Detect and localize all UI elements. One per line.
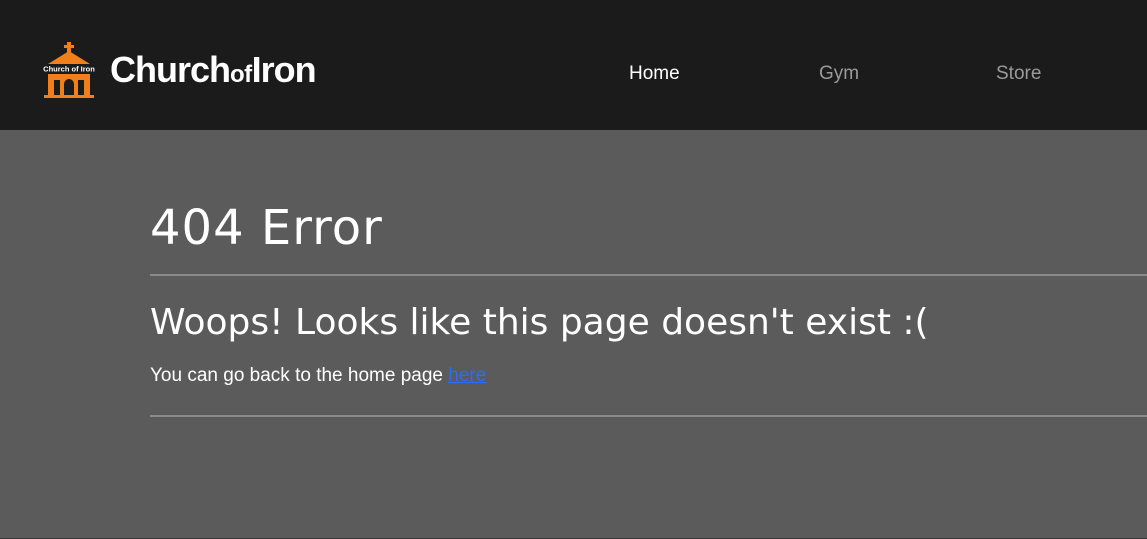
error-subtitle: Woops! Looks like this page doesn't exis… — [150, 302, 929, 343]
brand-name: ChurchofIron — [110, 49, 317, 90]
navbar: Church of Iron ChurchofIron Home Gym Sto… — [0, 0, 1147, 130]
home-here-link[interactable]: here — [448, 365, 486, 386]
divider-bottom — [150, 415, 1147, 417]
nav-gym-link[interactable]: Gym — [819, 63, 859, 85]
brand-name-part1: Church — [110, 49, 231, 90]
nav-store-link[interactable]: Store — [996, 63, 1041, 85]
back-home-label: You can go back to the home page — [150, 365, 449, 386]
back-home-text: You can go back to the home page here — [150, 364, 486, 388]
brand-name-part3: Iron — [251, 49, 317, 90]
church-logo-icon: Church of Iron — [38, 42, 100, 98]
divider-top — [150, 274, 1147, 276]
nav-home-link[interactable]: Home — [629, 63, 680, 85]
brand-link[interactable]: Church of Iron ChurchofIron — [36, 42, 317, 98]
error-title: 404 Error — [150, 200, 383, 256]
logo-text: Church of Iron — [43, 65, 95, 74]
brand-name-part2: of — [230, 61, 252, 88]
